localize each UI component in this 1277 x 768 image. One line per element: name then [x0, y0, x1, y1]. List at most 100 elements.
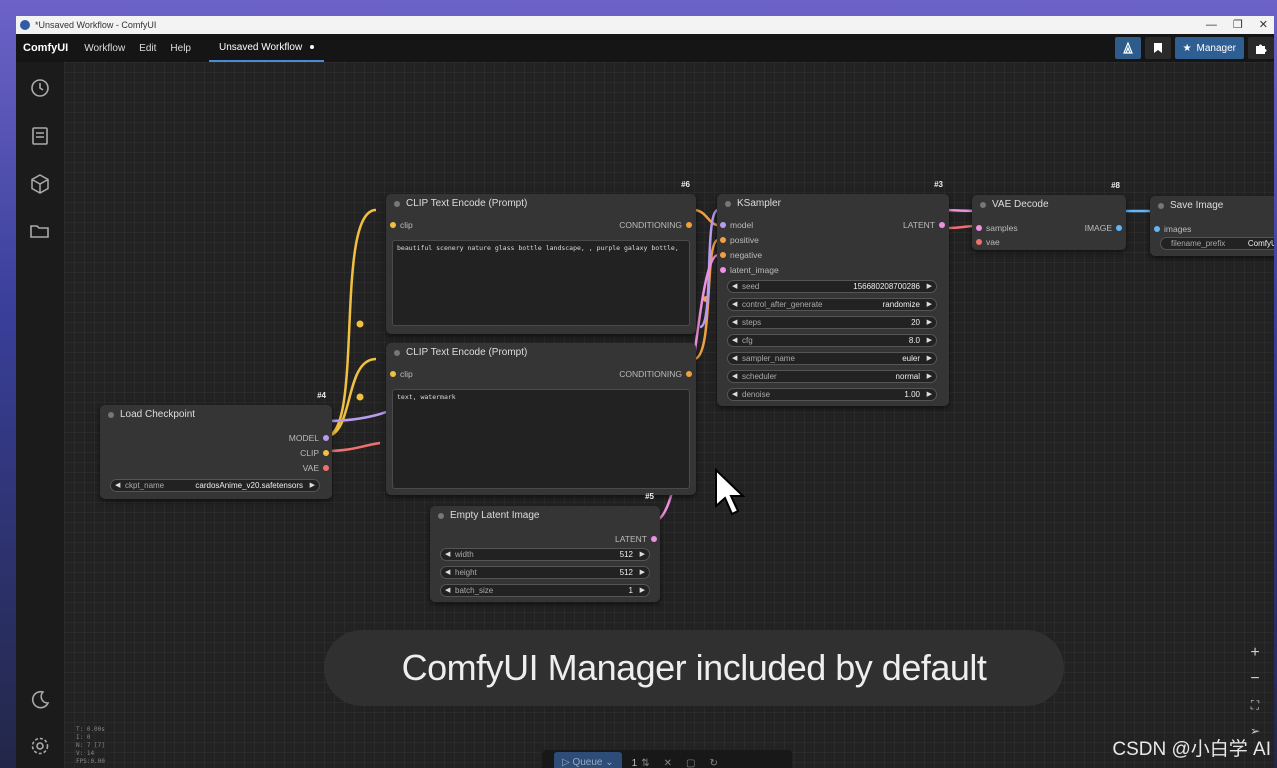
settings-gear-icon[interactable]: [28, 734, 52, 758]
folder-icon[interactable]: [28, 219, 52, 243]
input-slot-model[interactable]: model: [720, 220, 753, 230]
fit-view-icon[interactable]: ⛶: [1244, 694, 1266, 716]
restore-button[interactable]: ❐: [1233, 16, 1243, 34]
increment-arrow-icon[interactable]: ▶: [927, 371, 932, 382]
widget-control-after-generate[interactable]: ◀ control_after_generate randomize ▶: [727, 298, 937, 311]
input-slot-positive[interactable]: positive: [720, 235, 759, 245]
input-slot-latent-image[interactable]: latent_image: [720, 265, 779, 275]
widget-filename-prefix[interactable]: filename_prefix ComfyUI: [1160, 237, 1274, 250]
decrement-arrow-icon[interactable]: ◀: [445, 585, 450, 596]
node-vae-decode[interactable]: #8 VAE Decode samples vae IMAGE: [972, 181, 1126, 250]
decrement-arrow-icon[interactable]: ◀: [732, 335, 737, 346]
node-title[interactable]: CLIP Text Encode (Prompt): [386, 343, 696, 363]
widget-scheduler[interactable]: ◀ scheduler normal ▶: [727, 370, 937, 383]
workflow-settings-button[interactable]: [1114, 37, 1141, 59]
output-slot-conditioning[interactable]: CONDITIONING: [619, 220, 692, 230]
output-slot-image[interactable]: IMAGE: [1085, 223, 1122, 233]
widget-batch-size[interactable]: ◀ batch_size 1 ▶: [440, 584, 650, 597]
tab-unsaved-workflow[interactable]: Unsaved Workflow: [208, 34, 325, 62]
input-slot-clip[interactable]: clip: [390, 369, 413, 379]
decrement-arrow-icon[interactable]: ◀: [445, 549, 450, 560]
increment-arrow-icon[interactable]: ▶: [927, 317, 932, 328]
increment-arrow-icon[interactable]: ▶: [927, 335, 932, 346]
output-slot-vae[interactable]: VAE: [303, 463, 329, 473]
widget-denoise[interactable]: ◀ denoise 1.00 ▶: [727, 388, 937, 401]
chevron-down-icon[interactable]: ⌄: [603, 757, 613, 768]
output-slot-clip[interactable]: CLIP: [300, 448, 329, 458]
increment-arrow-icon[interactable]: ▶: [640, 567, 645, 578]
widget-steps[interactable]: ◀ steps 20 ▶: [727, 316, 937, 329]
decrement-arrow-icon[interactable]: ◀: [732, 353, 737, 364]
zoom-in-icon[interactable]: +: [1244, 642, 1266, 664]
book-icon[interactable]: [28, 124, 52, 148]
increment-arrow-icon[interactable]: ▶: [927, 389, 932, 400]
increment-arrow-icon[interactable]: ▶: [640, 585, 645, 596]
queue-count-input[interactable]: 1: [632, 758, 638, 768]
input-slot-clip[interactable]: clip: [390, 220, 413, 230]
input-slot-vae[interactable]: vae: [976, 237, 1000, 247]
manager-button[interactable]: ★ Manager: [1174, 37, 1244, 59]
output-slot-model[interactable]: MODEL: [289, 433, 329, 443]
node-save-image[interactable]: Save Image images filename_prefix ComfyUI: [1150, 196, 1274, 256]
node-empty-latent-image[interactable]: #5 Empty Latent Image LATENT ◀ width 512 ▶ …: [430, 492, 660, 602]
decrement-arrow-icon[interactable]: ◀: [732, 371, 737, 382]
output-slot-conditioning[interactable]: CONDITIONING: [619, 369, 692, 379]
minimize-button[interactable]: —: [1206, 16, 1217, 34]
input-slot-samples[interactable]: samples: [976, 223, 1018, 233]
node-title[interactable]: Save Image: [1150, 196, 1274, 216]
cube-icon[interactable]: [28, 172, 52, 196]
menu-edit[interactable]: Edit: [139, 43, 156, 54]
node-load-checkpoint[interactable]: #4 Load Checkpoint MODEL CLIP VAE ◀ ckpt_…: [100, 391, 332, 499]
close-button[interactable]: ✕: [1259, 16, 1268, 34]
stop-icon[interactable]: ▢: [686, 758, 695, 768]
node-title[interactable]: Load Checkpoint: [100, 405, 332, 425]
decrement-arrow-icon[interactable]: ◀: [732, 281, 737, 292]
widget-label: cfg: [742, 336, 753, 345]
prompt-textarea[interactable]: text, watermark: [392, 389, 690, 489]
input-slot-images[interactable]: images: [1154, 224, 1191, 234]
increment-arrow-icon[interactable]: ▶: [927, 299, 932, 310]
wire-clip-to-encode1: [325, 208, 377, 438]
decrement-arrow-icon[interactable]: ◀: [732, 317, 737, 328]
increment-arrow-icon[interactable]: ▶: [640, 549, 645, 560]
zoom-out-icon[interactable]: −: [1244, 668, 1266, 690]
widget-cfg[interactable]: ◀ cfg 8.0 ▶: [727, 334, 937, 347]
widget-width[interactable]: ◀ width 512 ▶: [440, 548, 650, 561]
queue-toolbar: ▷ Queue ⌄ 1 ⇅ ✕ ▢ ↻: [542, 750, 792, 768]
refresh-icon[interactable]: ↻: [709, 758, 717, 768]
increment-arrow-icon[interactable]: ▶: [927, 353, 932, 364]
node-ksampler[interactable]: #3 KSampler model positive negative late…: [717, 180, 949, 406]
prompt-textarea[interactable]: beautiful scenery nature glass bottle la…: [392, 240, 690, 326]
menu-workflow[interactable]: Workflow: [84, 43, 125, 54]
history-icon[interactable]: [28, 76, 52, 100]
moon-icon[interactable]: [28, 688, 52, 712]
output-slot-latent[interactable]: LATENT: [615, 534, 657, 544]
input-slot-negative[interactable]: negative: [720, 250, 762, 260]
node-title[interactable]: Empty Latent Image: [430, 506, 660, 526]
node-title[interactable]: KSampler: [717, 194, 949, 214]
widget-value: cardosAnime_v20.safetensors: [195, 481, 303, 490]
decrement-arrow-icon[interactable]: ◀: [115, 480, 120, 491]
node-title[interactable]: CLIP Text Encode (Prompt): [386, 194, 696, 214]
widget-sampler-name[interactable]: ◀ sampler_name euler ▶: [727, 352, 937, 365]
graph-canvas[interactable]: #6 CLIP Text Encode (Prompt) clip CONDIT…: [64, 62, 1274, 768]
cancel-icon[interactable]: ✕: [664, 758, 672, 768]
decrement-arrow-icon[interactable]: ◀: [732, 299, 737, 310]
queue-button[interactable]: ▷ Queue ⌄: [554, 752, 622, 768]
menu-help[interactable]: Help: [170, 43, 191, 54]
decrement-arrow-icon[interactable]: ◀: [445, 567, 450, 578]
widget-seed[interactable]: ◀ seed 156680208700286 ▶: [727, 280, 937, 293]
unsaved-dot-icon: [310, 45, 315, 50]
extensions-button[interactable]: [1248, 37, 1274, 59]
stepper-icon[interactable]: ⇅: [641, 758, 649, 768]
widget-ckpt-name[interactable]: ◀ ckpt_name cardosAnime_v20.safetensors ▶: [110, 479, 320, 492]
increment-arrow-icon[interactable]: ▶: [927, 281, 932, 292]
node-title[interactable]: VAE Decode: [972, 195, 1126, 215]
decrement-arrow-icon[interactable]: ◀: [732, 389, 737, 400]
output-slot-latent[interactable]: LATENT: [903, 220, 945, 230]
node-clip-text-encode-positive[interactable]: #6 CLIP Text Encode (Prompt) clip CONDIT…: [386, 180, 696, 334]
node-clip-text-encode-negative[interactable]: CLIP Text Encode (Prompt) clip CONDITION…: [386, 343, 696, 495]
increment-arrow-icon[interactable]: ▶: [310, 480, 315, 491]
bookmark-button[interactable]: [1144, 37, 1171, 59]
widget-height[interactable]: ◀ height 512 ▶: [440, 566, 650, 579]
